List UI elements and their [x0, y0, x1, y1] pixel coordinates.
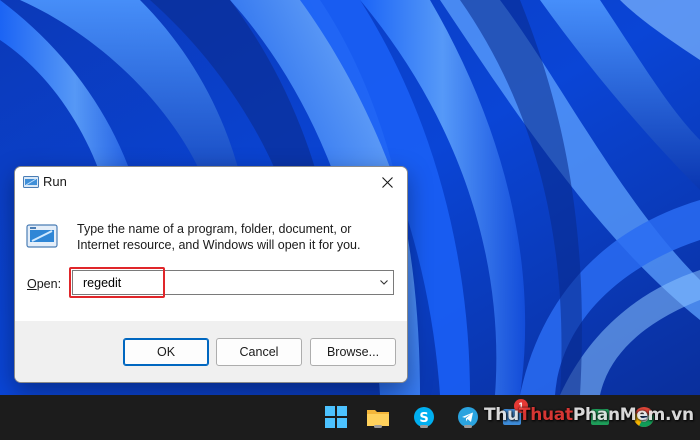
windows-start-button[interactable]: [322, 403, 350, 431]
close-button[interactable]: [367, 167, 407, 197]
ok-button[interactable]: OK: [123, 338, 209, 366]
chevron-down-icon[interactable]: [378, 276, 390, 288]
close-icon: [381, 176, 393, 188]
title-bar[interactable]: Run: [15, 167, 407, 197]
skype-button[interactable]: S: [410, 403, 438, 431]
windows-start-icon: [325, 406, 347, 428]
watermark-text: ThuThuatPhanMem.vn: [484, 405, 694, 425]
telegram-button[interactable]: [454, 403, 482, 431]
open-label: Open:: [27, 277, 62, 291]
file-explorer-button[interactable]: [364, 403, 392, 431]
run-icon: [23, 176, 39, 188]
dialog-description: Type the name of a program, folder, docu…: [77, 222, 361, 252]
dialog-title: Run: [43, 174, 67, 189]
run-dialog: Run Type the name of a program, folder, …: [14, 166, 408, 383]
svg-text:S: S: [419, 411, 428, 426]
browse-button[interactable]: Browse...: [310, 338, 396, 366]
run-icon: [26, 224, 58, 248]
dialog-content: Type the name of a program, folder, docu…: [15, 197, 407, 321]
button-bar: OK Cancel Browse...: [15, 321, 407, 382]
open-input[interactable]: [73, 271, 373, 294]
open-combobox[interactable]: [72, 270, 394, 295]
cancel-button[interactable]: Cancel: [216, 338, 302, 366]
file-explorer-icon: [367, 410, 389, 426]
